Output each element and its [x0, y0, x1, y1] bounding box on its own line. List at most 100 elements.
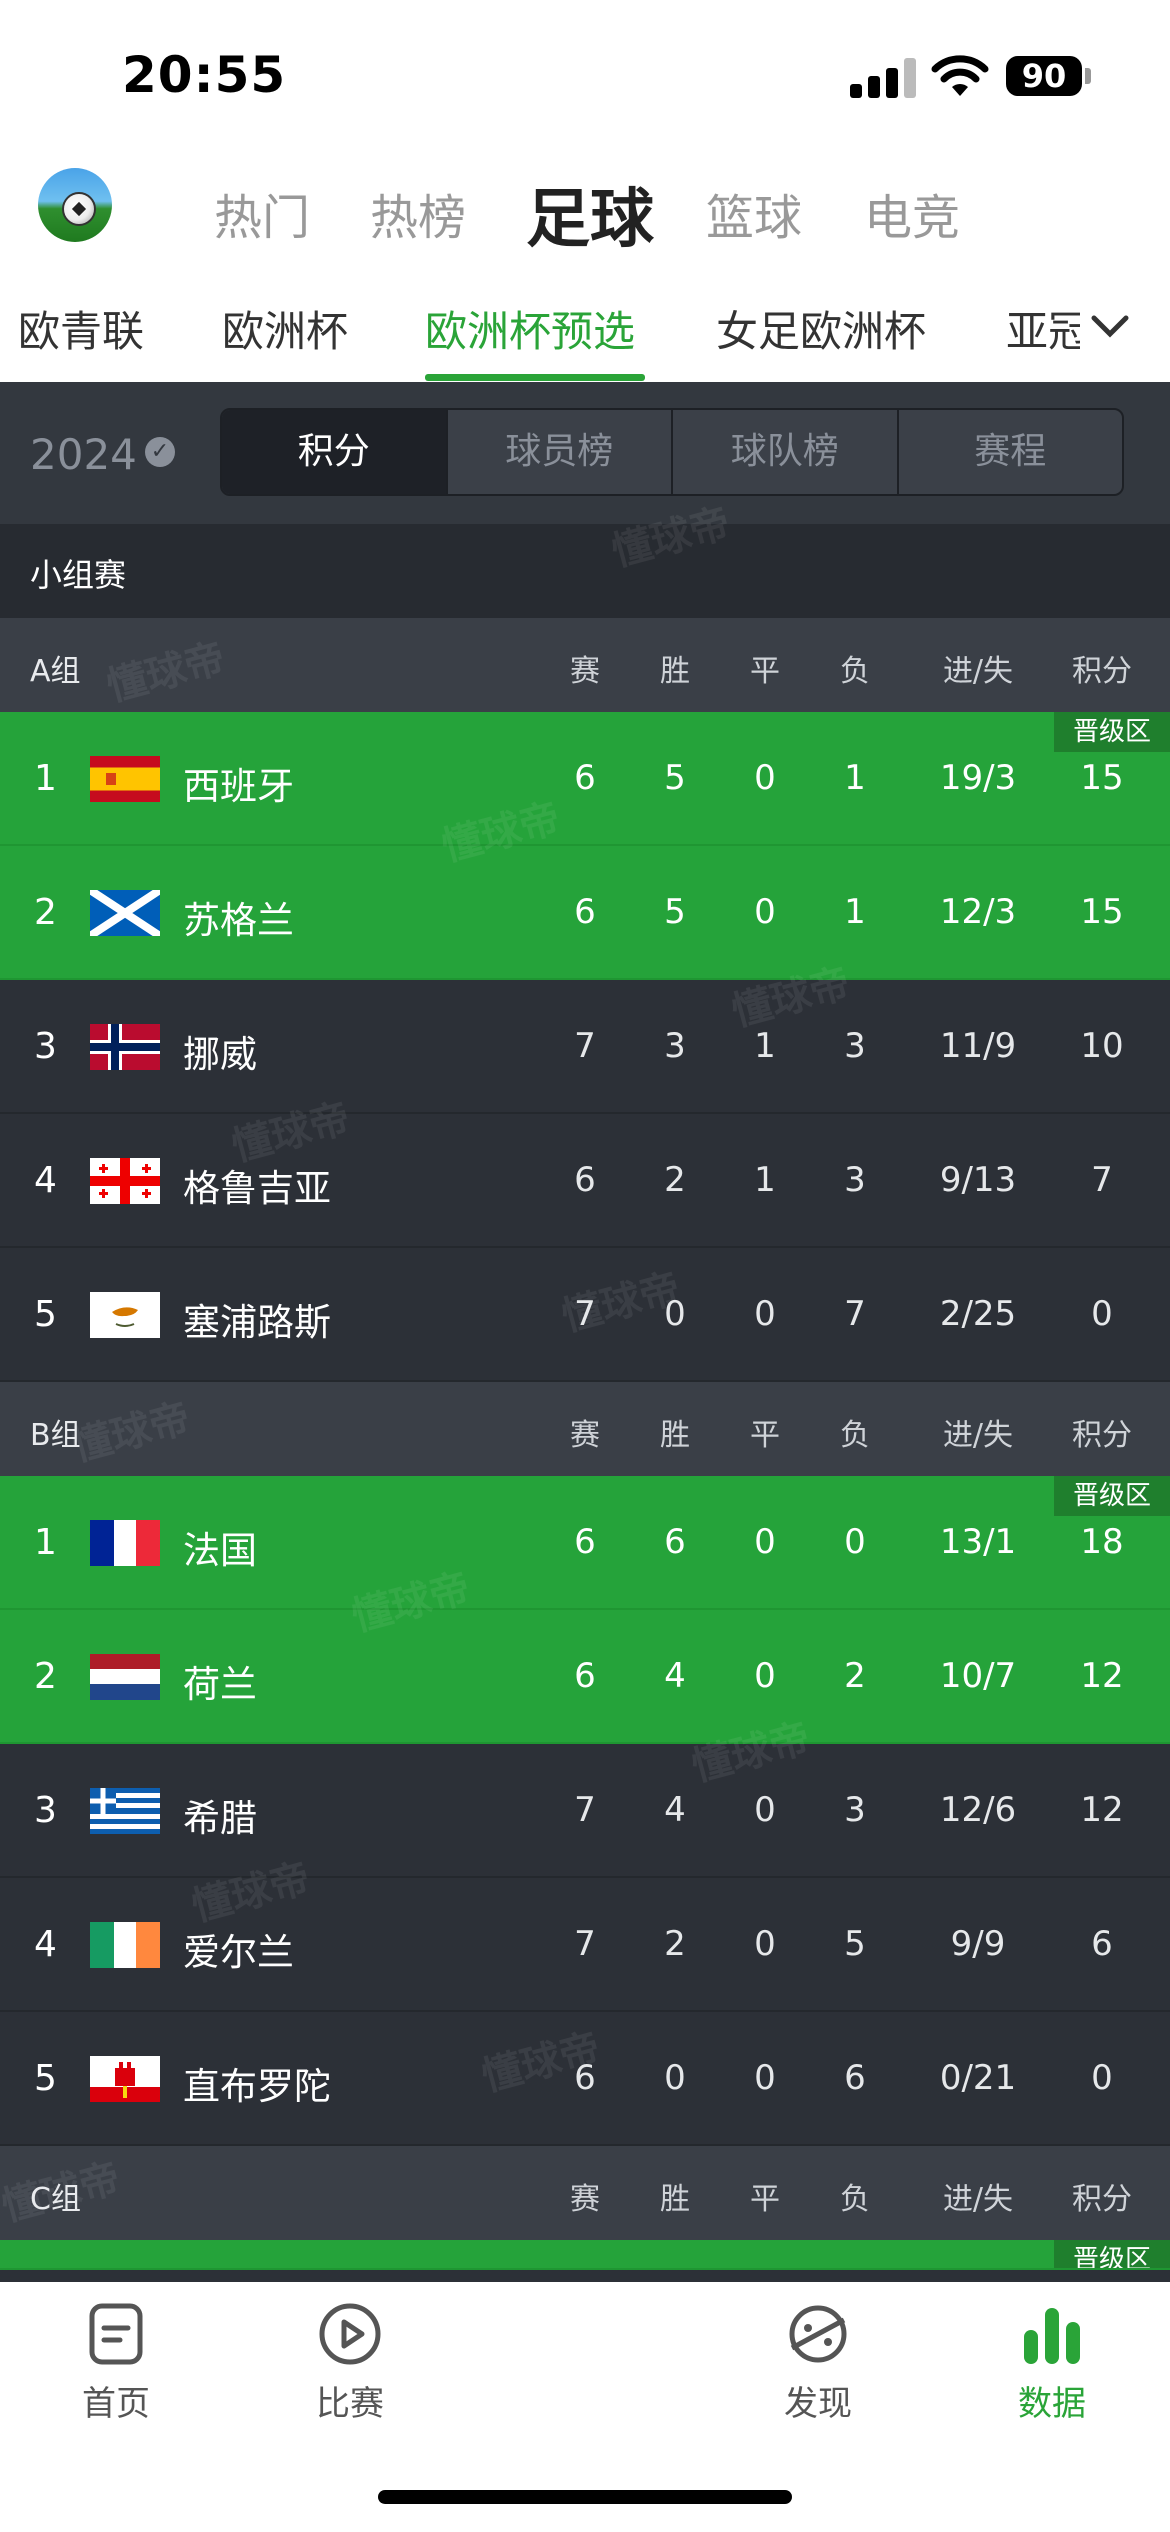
battery-tip	[1085, 68, 1091, 84]
season-dropdown-icon[interactable]: ✓	[145, 437, 175, 467]
top-tab-esports[interactable]: 电竞	[864, 178, 960, 248]
tab-matches-label: 比赛	[316, 2384, 384, 2424]
stat-w: 4	[664, 1656, 686, 1696]
team-rank: 2	[34, 892, 57, 933]
gibraltar-flag-icon	[90, 2056, 160, 2102]
table-row[interactable]: 3 挪威 7 3 1 3 11/9 10	[0, 980, 1170, 1114]
table-row[interactable]: 4 格鲁吉亚 6 2 1 3 9/13 7	[0, 1114, 1170, 1248]
top-tab-trending[interactable]: 热榜	[370, 178, 466, 248]
status-time: 20:55	[122, 46, 287, 104]
segment-schedule[interactable]: 赛程	[899, 410, 1123, 494]
column-header: 积分	[1072, 1418, 1132, 1453]
table-row[interactable]: 2 苏格兰 6 5 0 1 12/3 15	[0, 846, 1170, 980]
top-tab-hot[interactable]: 热门	[214, 178, 310, 248]
table-row[interactable]: 晋级区 1 西班牙 6 5 0 1 19/3 15	[0, 712, 1170, 846]
football-icon	[62, 192, 96, 226]
top-tab-football[interactable]: 足球	[526, 168, 654, 260]
team-rank: 5	[34, 1294, 57, 1335]
active-tab-underline	[425, 374, 645, 381]
stat-gf-ga: 10/7	[939, 1656, 1017, 1696]
column-header: 胜	[660, 2182, 690, 2217]
expand-tabs-button[interactable]	[1080, 296, 1140, 356]
column-header: 平	[750, 1418, 780, 1453]
segment-standings[interactable]: 积分	[222, 410, 448, 494]
stat-d: 1	[754, 1026, 776, 1066]
battery-icon: 90	[1006, 56, 1082, 96]
sub-tab-euro-qualifiers[interactable]: 欧洲杯预选	[425, 298, 635, 359]
stat-d: 0	[754, 1924, 776, 1964]
team-rank: 5	[34, 2058, 57, 2099]
georgia-flag-icon	[90, 1158, 160, 1204]
tab-home-label: 首页	[82, 2384, 150, 2424]
stat-gf-ga: 0/21	[939, 2058, 1017, 2098]
stat-l: 1	[844, 758, 866, 798]
stat-pts: 12	[1080, 1656, 1124, 1696]
stat-l: 3	[844, 1026, 866, 1066]
stat-gf-ga: 9/13	[939, 1160, 1017, 1200]
tab-home[interactable]: 首页	[36, 2302, 196, 2425]
season-selector[interactable]: 2024	[30, 430, 137, 479]
team-rank: 1	[34, 1522, 57, 1563]
user-avatar[interactable]	[38, 168, 112, 242]
stat-pts: 10	[1080, 1026, 1124, 1066]
column-header: 进/失	[942, 1418, 1014, 1453]
sub-tab-womens-euro[interactable]: 女足欧洲杯	[716, 298, 926, 359]
stat-d: 0	[754, 1522, 776, 1562]
table-row[interactable]: 4 爱尔兰 7 2 0 5 9/9 6	[0, 1878, 1170, 2012]
column-header: 赛	[570, 1418, 600, 1453]
column-header: 进/失	[942, 654, 1014, 689]
stat-pts: 7	[1091, 1160, 1113, 1200]
stat-p: 6	[574, 892, 596, 932]
stat-l: 2	[844, 1656, 866, 1696]
stat-l: 3	[844, 1790, 866, 1830]
tab-discover[interactable]: 发现	[738, 2302, 898, 2425]
qualify-zone-badge: 晋级区	[1054, 2240, 1170, 2268]
team-rank: 4	[34, 1924, 57, 1965]
column-header: 胜	[660, 1418, 690, 1453]
stat-d: 0	[754, 892, 776, 932]
stat-w: 2	[664, 1160, 686, 1200]
qualify-zone-badge: 晋级区	[1054, 712, 1170, 752]
segment-team-rank[interactable]: 球队榜	[673, 410, 899, 494]
tab-data-label: 数据	[1018, 2384, 1086, 2424]
table-row[interactable]: 2 荷兰 6 4 0 2 10/7 12	[0, 1610, 1170, 1744]
team-name: 苏格兰	[183, 899, 294, 942]
stat-l: 5	[844, 1924, 866, 1964]
tab-matches[interactable]: 比赛	[270, 2302, 430, 2425]
team-name: 荷兰	[183, 1663, 257, 1706]
team-name: 法国	[183, 1529, 257, 1572]
stat-w: 6	[664, 1522, 686, 1562]
bar-chart-icon	[1020, 2302, 1084, 2366]
table-row[interactable]: 晋级区 1 法国 6 6 0 0 13/1 18	[0, 1476, 1170, 1610]
stat-w: 0	[664, 2058, 686, 2098]
group-name: A组	[30, 654, 81, 689]
top-tab-basketball[interactable]: 篮球	[706, 178, 802, 248]
stat-p: 7	[574, 1026, 596, 1066]
stat-gf-ga: 9/9	[950, 1924, 1006, 1964]
stat-gf-ga: 19/3	[939, 758, 1017, 798]
column-header: 平	[750, 654, 780, 689]
stat-p: 6	[574, 1160, 596, 1200]
wifi-icon	[931, 55, 989, 96]
table-row-partial: 晋级区	[0, 2240, 1170, 2270]
segment-player-rank[interactable]: 球员榜	[448, 410, 673, 494]
play-icon	[318, 2302, 382, 2366]
section-header: 小组赛	[0, 524, 1170, 618]
sub-tab-afc[interactable]: 亚冠	[1006, 298, 1090, 359]
table-row[interactable]: 3 希腊 7 4 0 3 12/6 12	[0, 1744, 1170, 1878]
tab-data[interactable]: 数据	[972, 2302, 1132, 2425]
cyprus-flag-icon	[90, 1292, 160, 1338]
sub-tab-euro[interactable]: 欧洲杯	[222, 298, 348, 359]
group-header: C组赛胜平负进/失 积分	[0, 2146, 1170, 2240]
sub-tab-uefa-youth[interactable]: 欧青联	[18, 298, 144, 359]
column-header: 平	[750, 2182, 780, 2217]
norway-flag-icon	[90, 1024, 160, 1070]
stat-pts: 0	[1091, 2058, 1113, 2098]
stat-w: 3	[664, 1026, 686, 1066]
team-rank: 4	[34, 1160, 57, 1201]
column-header: 赛	[570, 654, 600, 689]
team-rank: 1	[34, 758, 57, 799]
stat-pts: 12	[1080, 1790, 1124, 1830]
home-indicator	[378, 2490, 792, 2504]
stat-gf-ga: 12/3	[939, 892, 1017, 932]
